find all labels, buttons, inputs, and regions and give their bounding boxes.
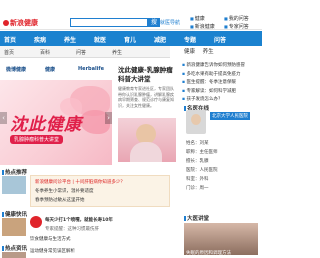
- subnav-item[interactable]: 百科: [40, 49, 50, 56]
- section-title: 大医讲堂: [184, 214, 209, 222]
- tab-health[interactable]: 健康: [184, 49, 195, 55]
- news-item[interactable]: 饮食健康与生活方式: [30, 236, 71, 242]
- promo-line[interactable]: 春季预防过敏从这里开始: [35, 197, 85, 203]
- doctor-hospital-badge: 北京大学人民医院: [210, 112, 250, 120]
- banner-ribbon: 乳腺肿瘤科普大讲堂: [10, 135, 64, 144]
- nav-item[interactable]: 养生: [64, 35, 76, 44]
- nav-item[interactable]: 首页: [4, 35, 16, 44]
- nav-item[interactable]: 专题: [184, 35, 196, 44]
- news-summary[interactable]: 专家提醒：这种习惯最伤肝: [45, 226, 99, 232]
- lecture-image[interactable]: [118, 118, 176, 162]
- quick-link[interactable]: 新浪健康: [190, 23, 224, 31]
- doctor-card[interactable]: 北京大学人民医院: [186, 110, 260, 140]
- list-item[interactable]: 新浪健康告诉你如何预防感冒: [182, 62, 262, 71]
- news-item[interactable]: 运动健身常见误区解析: [30, 248, 75, 254]
- news-headline[interactable]: 每天少打1个喷嚏，就能长寿10年: [45, 217, 113, 223]
- partner-logo[interactable]: 微博健康: [6, 66, 26, 73]
- partner-logo[interactable]: Herbalife: [78, 66, 104, 72]
- chevron-left-icon[interactable]: ‹: [0, 112, 7, 124]
- doctor-field: 医院：人民医院: [186, 168, 218, 173]
- search-button[interactable]: 搜: [148, 18, 160, 27]
- nav-item[interactable]: 育儿: [124, 35, 136, 44]
- subnav-item[interactable]: 首页: [4, 49, 14, 56]
- news-thumbnail[interactable]: [2, 176, 26, 194]
- hero-banner[interactable]: 沈此健康 乳腺肿瘤科普大讲堂: [0, 80, 112, 165]
- nav-item[interactable]: 疾病: [34, 35, 46, 44]
- section-title: 热点推荐: [2, 168, 27, 176]
- news-thumbnail[interactable]: [2, 252, 26, 258]
- section-title: 健康快讯: [2, 210, 27, 218]
- quick-link[interactable]: 专家问答: [224, 23, 258, 31]
- chevron-right-icon[interactable]: ›: [105, 112, 112, 124]
- quick-link[interactable]: 健康: [190, 15, 224, 23]
- sidebar-tabs: 健康 养生: [184, 48, 262, 56]
- doctor-field: 职称：主任医师: [186, 150, 218, 155]
- nav-item[interactable]: 减肥: [154, 35, 166, 44]
- logo-icon: [3, 20, 9, 26]
- tab-wellness[interactable]: 养生: [203, 49, 214, 55]
- speaker-body: [130, 142, 162, 162]
- sub-nav: 首页 百科 问答 养生: [0, 46, 170, 58]
- nav-item[interactable]: 问答: [214, 35, 226, 44]
- section-title: 热点资讯: [2, 244, 27, 252]
- promo-box[interactable]: 新浪健康问诊平台 | 十问肝脏病你知道多少？ 冬季养生小常识，温补要适度 春季预…: [30, 175, 170, 207]
- sidebar-news-list: 新浪健康告诉你如何预防感冒 多吃水果有助于提高免疫力 医生提醒：冬季注意保暖 专…: [182, 62, 262, 105]
- speaker-face: [136, 124, 156, 144]
- doctor-photo: [186, 110, 206, 134]
- partner-logos: 微博健康 健康 Herbalife: [0, 62, 112, 78]
- search-input[interactable]: [70, 18, 148, 27]
- subnav-item[interactable]: 养生: [112, 49, 122, 56]
- nav-item[interactable]: 就医: [94, 35, 106, 44]
- site-logo[interactable]: 新浪健康: [3, 18, 38, 28]
- doctor-field: 擅长：乳腺: [186, 159, 209, 164]
- video-caption[interactable]: 失眠的原因和调理方法: [186, 250, 231, 256]
- banner-title: 沈此健康: [10, 115, 82, 135]
- alert-icon: [30, 216, 42, 228]
- doctor-field: 姓名：刘某: [186, 141, 209, 146]
- partner-logo[interactable]: 健康: [45, 66, 55, 73]
- list-item[interactable]: 多吃水果有助于提高免疫力: [182, 71, 262, 80]
- quick-link[interactable]: 我的问答: [224, 15, 258, 23]
- news-thumbnail[interactable]: [2, 218, 26, 236]
- promo-headline[interactable]: 新浪健康问诊平台 | 十问肝脏病你知道多少？: [35, 179, 125, 185]
- list-item[interactable]: 医生提醒：冬季注意保暖: [182, 79, 262, 88]
- doctor-field: 门诊：周一: [186, 186, 209, 191]
- doctor-face: [191, 114, 201, 125]
- lecture-description: 健康教育专家进社区，专家团队带你认识乳腺肿瘤，讲解乳腺疾病早期筛查、规范诊疗与康…: [118, 86, 174, 108]
- top-bar: 新浪健康 搜 就医导航 健康我的问答新浪健康专家问答: [0, 0, 262, 30]
- subnav-item[interactable]: 问答: [76, 49, 86, 56]
- promo-line[interactable]: 冬季养生小常识，温补要适度: [35, 188, 94, 194]
- list-item[interactable]: 专家解读：如何科学减肥: [182, 88, 262, 97]
- quick-links: 健康我的问答新浪健康专家问答: [190, 15, 260, 31]
- main-nav: 首页 疾病 养生 就医 育儿 减肥 专题 问答: [0, 31, 262, 46]
- lecture-title[interactable]: 沈此健康-乳腺肿瘤科普大讲堂: [118, 66, 178, 84]
- doctor-field: 科室：外科: [186, 177, 209, 182]
- nav-guide-link[interactable]: 就医导航: [160, 19, 180, 26]
